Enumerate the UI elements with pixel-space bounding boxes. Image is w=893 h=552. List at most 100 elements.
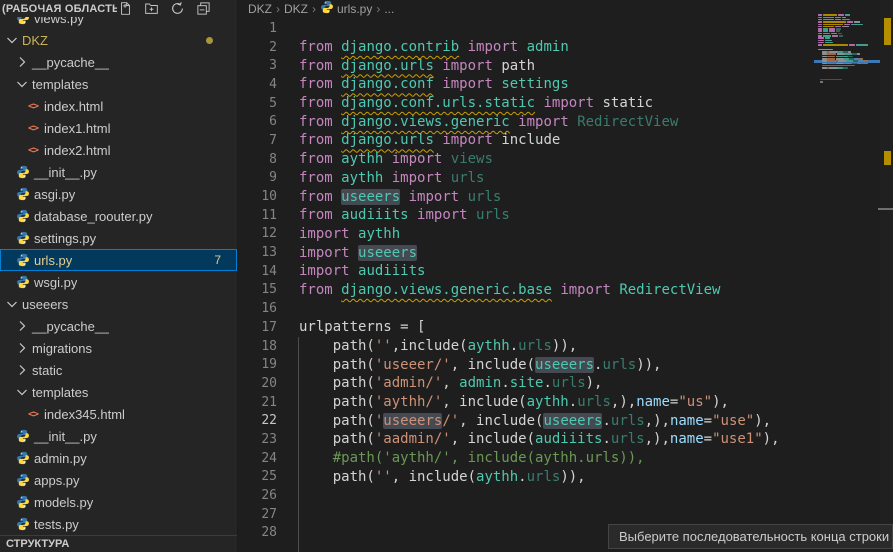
code-line-1[interactable]: 1 [238,19,815,38]
line-number[interactable]: 22 [238,413,277,428]
tree-item-models-py[interactable]: models.py [0,491,237,513]
tree-item-database-roouter-py[interactable]: database_roouter.py [0,205,237,227]
code-line-6[interactable]: 6from django.views.generic import Redire… [238,112,815,131]
code-line-4[interactable]: 4from django.conf import settings [238,75,815,94]
code-line-20[interactable]: 20 path('admin/', admin.site.urls), [238,374,815,393]
tree-item-asgi-py[interactable]: asgi.py [0,183,237,205]
code-line-26[interactable]: 26 [238,486,815,505]
line-number[interactable]: 11 [238,208,277,223]
code-line-8[interactable]: 8from aythh import views [238,150,815,169]
line-number[interactable]: 21 [238,395,277,410]
line-number[interactable]: 14 [238,264,277,279]
line-number[interactable]: 2 [238,40,277,55]
line-number[interactable]: 19 [238,357,277,372]
tree-item-wsgi-py[interactable]: wsgi.py [0,271,237,293]
code-line-11[interactable]: 11from audiiits import urls [238,206,815,225]
breadcrumb-item-urls-py[interactable]: urls.py [320,0,372,17]
line-number[interactable]: 3 [238,58,277,73]
code-line-7[interactable]: 7from django.urls import include [238,131,815,150]
minimap-line [846,60,853,62]
tree-item-pycache[interactable]: __pycache__ [0,51,237,73]
code-line-5[interactable]: 5from django.conf.urls.static import sta… [238,94,815,113]
code-line-21[interactable]: 21 path('aythh/', include(aythh.urls,),n… [238,393,815,412]
minimap-line [856,44,868,46]
code-line-17[interactable]: 17urlpatterns = [ [238,318,815,337]
tree-item-migrations[interactable]: migrations [0,337,237,359]
collapse-all-icon[interactable] [195,1,211,17]
code-line-18[interactable]: 18 path('',include(aythh.urls)), [238,337,815,356]
tree-item-index1-html[interactable]: <>index1.html [0,117,237,139]
tree-item-admin-py[interactable]: admin.py [0,447,237,469]
line-number[interactable]: 12 [238,226,277,241]
chevron-right-icon [14,54,30,70]
line-number[interactable]: 7 [238,133,277,148]
tree-item-static[interactable]: static [0,359,237,381]
ruler-marker [878,208,893,210]
minimap-line [818,44,822,46]
line-number[interactable]: 1 [238,21,277,36]
line-number[interactable]: 24 [238,451,277,466]
tree-item-index345-html[interactable]: <>index345.html [0,403,237,425]
tree-item-index2-html[interactable]: <>index2.html [0,139,237,161]
code-line-23[interactable]: 23 path('aadmin/', include(audiiits.urls… [238,430,815,449]
line-number[interactable]: 13 [238,245,277,260]
line-number[interactable]: 26 [238,488,277,503]
code-line-22[interactable]: 22 path('useeers/', include(useeers.urls… [238,411,815,430]
code-line-14[interactable]: 14import audiiits [238,262,815,281]
line-number[interactable]: 17 [238,320,277,335]
code-area[interactable]: 12from django.contrib import admin3from … [238,19,815,542]
code-line-2[interactable]: 2from django.contrib import admin [238,38,815,57]
line-number[interactable]: 23 [238,432,277,447]
code-line-24[interactable]: 24 #path('aythh/', include(aythh.urls)), [238,449,815,468]
tree-item-urls-py[interactable]: urls.py7 [0,249,237,271]
line-number[interactable]: 10 [238,189,277,204]
breadcrumb-item-dkz[interactable]: DKZ [284,2,308,16]
breadcrumb-item-[interactable]: ... [384,2,394,16]
line-number[interactable]: 28 [238,525,277,540]
line-number[interactable]: 18 [238,339,277,354]
line-number[interactable]: 27 [238,507,277,522]
line-number[interactable]: 8 [238,152,277,167]
line-number[interactable]: 6 [238,114,277,129]
tree-item-index-html[interactable]: <>index.html [0,95,237,117]
code-line-19[interactable]: 19 path('useeer/', include(useeers.urls)… [238,355,815,374]
tree-item-apps-py[interactable]: apps.py [0,469,237,491]
editor-pane[interactable]: DKZ›DKZ›urls.py›... 12from django.contri… [238,0,893,552]
line-number[interactable]: 25 [238,469,277,484]
code-line-10[interactable]: 10from useeers import urls [238,187,815,206]
tree-item-settings-py[interactable]: settings.py [0,227,237,249]
minimap-line [820,79,842,81]
tree-item-label: urls.py [32,253,72,268]
breadcrumb-item-dkz[interactable]: DKZ [248,2,272,16]
tree-item-dkz[interactable]: DKZ [0,29,237,51]
code-line-13[interactable]: 13import useeers [238,243,815,262]
code-line-text: from django.views.generic.base import Re… [277,282,720,298]
new-folder-icon[interactable] [143,1,159,17]
line-number[interactable]: 5 [238,96,277,111]
new-file-icon[interactable] [117,1,133,17]
line-number[interactable]: 4 [238,77,277,92]
overview-ruler[interactable] [880,0,893,552]
code-line-3[interactable]: 3from django.urls import path [238,56,815,75]
tree-item-tests-py[interactable]: tests.py [0,513,237,535]
code-line-15[interactable]: 15from django.views.generic.base import … [238,281,815,300]
code-line-27[interactable]: 27 [238,505,815,524]
outline-section-header[interactable]: СТРУКТУРА [0,535,237,552]
tree-item-templates[interactable]: templates [0,381,237,403]
line-number[interactable]: 15 [238,282,277,297]
line-number[interactable]: 16 [238,301,277,316]
minimap[interactable] [816,8,880,138]
code-line-25[interactable]: 25 path('', include(aythh.urls)), [238,468,815,487]
tree-item-useeers[interactable]: useeers [0,293,237,315]
code-line-12[interactable]: 12import aythh [238,225,815,244]
code-line-16[interactable]: 16 [238,299,815,318]
workspace-section-header[interactable]: (РАБОЧАЯ ОБЛАСТЬ) ... [0,0,237,17]
tree-item-init-py[interactable]: __init__.py [0,425,237,447]
tree-item-pycache[interactable]: __pycache__ [0,315,237,337]
line-number[interactable]: 20 [238,376,277,391]
line-number[interactable]: 9 [238,170,277,185]
tree-item-init-py[interactable]: __init__.py [0,161,237,183]
code-line-9[interactable]: 9from aythh import urls [238,169,815,188]
tree-item-templates[interactable]: templates [0,73,237,95]
refresh-icon[interactable] [169,1,185,17]
